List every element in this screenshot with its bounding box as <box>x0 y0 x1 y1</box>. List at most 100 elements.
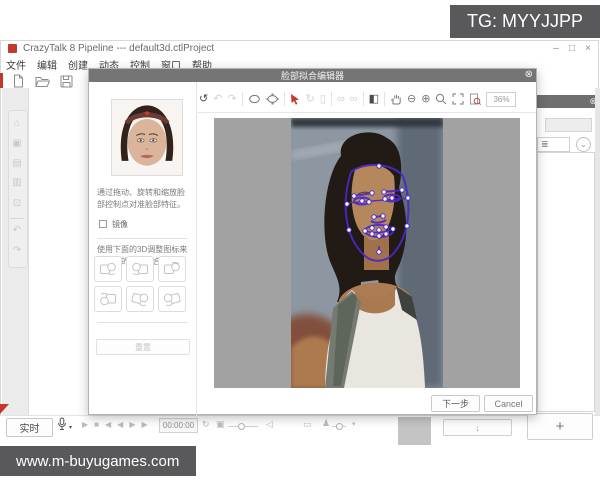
instruction-text-1: 通过拖动、旋转和缩放脸部控制点对准脸部特征。 <box>97 187 192 210</box>
right-scrollbar[interactable] <box>595 88 600 420</box>
mirror-checkbox[interactable] <box>99 220 107 228</box>
last-frame-button[interactable]: ▶ <box>141 420 147 429</box>
right-panel-button[interactable] <box>545 118 592 132</box>
fit-view-icon[interactable]: ⊡ <box>8 199 26 209</box>
redo-icon[interactable]: ↷ <box>227 94 236 105</box>
head-rotate-icon <box>99 291 117 307</box>
prev-frame-button[interactable]: ◀ <box>117 420 123 429</box>
open-project-button[interactable] <box>35 75 50 93</box>
blend-slider-knob[interactable] <box>336 423 343 430</box>
chevron-down-icon[interactable]: ⌄ <box>576 137 591 152</box>
window-title: CrazyTalk 8 Pipeline --- default3d.ctlPr… <box>23 43 214 54</box>
realtime-button[interactable]: 实时 <box>6 418 53 437</box>
timecode-field[interactable]: 00:00:00 <box>159 418 198 433</box>
new-document-icon <box>12 74 25 88</box>
caret-icon[interactable]: ▾ <box>352 421 356 428</box>
toolbar-separator <box>384 92 385 106</box>
fit-screen-icon[interactable] <box>452 93 464 105</box>
refresh-icon[interactable]: ↻ <box>306 94 315 105</box>
toolbar-separator <box>363 92 364 106</box>
maximize-button[interactable]: □ <box>564 43 580 54</box>
stop-button[interactable]: ■ <box>94 420 99 429</box>
dialog-title: 脸部拟合编辑器 <box>281 69 344 82</box>
timeline-thumb-block <box>398 417 431 445</box>
adjust-head-button-5[interactable] <box>126 286 154 312</box>
save-project-button[interactable] <box>60 75 73 93</box>
page-icon[interactable]: ▯ <box>320 94 326 105</box>
loop-icon[interactable]: ↻ <box>202 420 210 429</box>
ellipse-tool-icon[interactable] <box>248 93 261 105</box>
face-panel-icon[interactable]: ▣ <box>8 139 26 149</box>
dialog-close-icon[interactable]: ⊗ <box>525 70 533 80</box>
zoom-page-icon[interactable] <box>469 93 481 105</box>
minimize-button[interactable]: – <box>548 43 564 54</box>
next-step-button[interactable]: 下一步 <box>431 395 480 412</box>
menu-edit[interactable]: 编辑 <box>37 57 57 72</box>
screen: TG: MYYJJPP CrazyTalk 8 Pipeline --- def… <box>0 0 600 480</box>
ellipse-points-tool-icon[interactable] <box>266 93 279 105</box>
zoom-in-icon[interactable]: ⊕ <box>421 94 430 105</box>
plus-glyph: + <box>556 418 565 435</box>
undo-icon[interactable]: ↶ <box>8 226 26 236</box>
dialog-titlebar[interactable]: 脸部拟合编辑器 ⊗ <box>89 69 536 82</box>
toolbar-separator <box>284 92 285 106</box>
menu-file[interactable]: 文件 <box>6 57 26 72</box>
app-logo-icon <box>8 44 17 53</box>
unlink-icon[interactable]: ∞ <box>350 94 358 105</box>
link-icon[interactable]: ∞ <box>337 94 345 105</box>
undo-icon[interactable]: ↶ <box>213 94 222 105</box>
next-frame-button[interactable]: ▶ <box>129 420 135 429</box>
head-rotate-icon <box>131 261 149 277</box>
redo-icon[interactable]: ↷ <box>8 246 26 256</box>
close-button[interactable]: × <box>580 43 596 54</box>
teeth-panel-icon[interactable]: ▥ <box>8 178 26 188</box>
speaker-icon[interactable]: ◁ <box>266 420 273 429</box>
eyes-panel-icon[interactable]: ▤ <box>8 159 26 169</box>
head-rotate-icon <box>129 289 151 309</box>
adjust-head-button-2[interactable] <box>126 256 154 282</box>
cancel-label: Cancel <box>494 399 522 409</box>
zoom-tool-icon[interactable] <box>435 93 447 105</box>
reference-face-art <box>112 100 182 175</box>
zoom-level-value: 36% <box>493 95 509 104</box>
rotate-tool-icon[interactable]: ↺ <box>199 94 208 105</box>
watermark-bottom: www.m-buyugames.com <box>0 446 196 476</box>
head-rotate-icon <box>161 289 183 309</box>
toolbar-accent <box>0 73 3 88</box>
cancel-button[interactable]: Cancel <box>484 395 533 412</box>
reset-button[interactable]: 重置 <box>96 339 190 355</box>
portrait-photo[interactable] <box>291 118 443 388</box>
zoom-out-icon[interactable]: ⊖ <box>407 94 416 105</box>
person-icon[interactable]: ♟ <box>322 419 330 428</box>
home-icon[interactable]: ⌂ <box>8 119 26 129</box>
watermark-top: TG: MYYJJPP <box>450 5 600 38</box>
down-arrow-glyph: ↓ <box>475 423 480 433</box>
open-folder-icon <box>35 75 50 88</box>
adjust-head-button-6[interactable] <box>158 286 186 312</box>
right-panel-tab[interactable]: ≣ <box>537 137 570 152</box>
save-floppy-icon <box>60 75 73 88</box>
adjust-head-button-3[interactable] <box>158 256 186 282</box>
watermark-bottom-text: www.m-buyugames.com <box>16 453 179 470</box>
add-button[interactable]: + <box>527 413 593 440</box>
first-frame-button[interactable]: ◀ <box>105 420 111 429</box>
zoom-level-field[interactable]: 36% <box>486 92 516 107</box>
volume-slider-knob[interactable] <box>238 423 245 430</box>
next-step-label: 下一步 <box>442 397 469 410</box>
realtime-label: 实时 <box>20 420 40 435</box>
track-icon[interactable]: ▭ <box>303 420 312 429</box>
microphone-button[interactable] <box>57 417 67 436</box>
face-fitting-dialog: 脸部拟合编辑器 ⊗ 通过拖动、旋转和缩放 <box>88 68 537 415</box>
microphone-icon <box>57 417 67 431</box>
adjust-head-button-4[interactable] <box>94 286 122 312</box>
right-panel-header: ⊗ <box>537 95 600 108</box>
camera-icon[interactable]: ▣ <box>216 420 225 429</box>
menu-create[interactable]: 创建 <box>68 57 88 72</box>
mask-preview-icon[interactable]: ◧ <box>369 94 379 105</box>
collapse-button[interactable]: ↓ <box>443 419 512 436</box>
pan-hand-icon[interactable] <box>390 93 402 105</box>
play-button[interactable]: ▶ <box>82 420 88 429</box>
mic-caret-icon[interactable]: ▾ <box>69 424 72 431</box>
adjust-head-button-1[interactable] <box>94 256 122 282</box>
select-cursor-icon[interactable] <box>290 93 301 105</box>
